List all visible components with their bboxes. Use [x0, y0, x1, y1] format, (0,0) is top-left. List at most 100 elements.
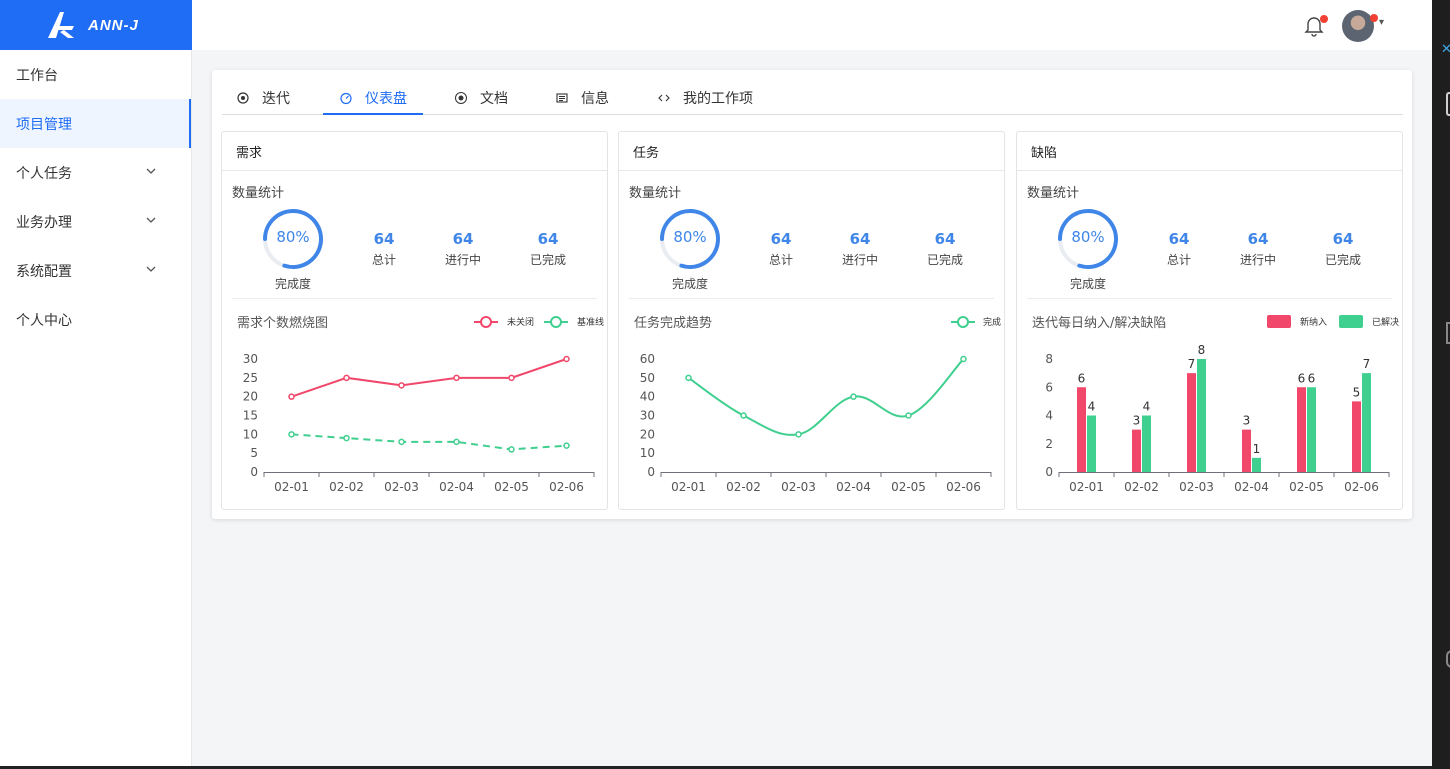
y-tick-label: 0: [1045, 465, 1053, 479]
x-tick-label: 02-05: [494, 480, 529, 494]
tab-dashboard[interactable]: 仪表盘: [339, 80, 407, 115]
stat-in-progress: 64 进行中: [825, 230, 895, 268]
logo-icon: [48, 12, 74, 38]
bar-data-label: 4: [1088, 400, 1096, 414]
tab-info[interactable]: 信息: [555, 80, 609, 115]
x-tick-label: 02-04: [1234, 480, 1269, 494]
bar: [1242, 429, 1251, 472]
tab-my-work-items[interactable]: 我的工作项: [657, 80, 753, 115]
bar: [1132, 429, 1141, 472]
bar-data-label: 7: [1188, 357, 1196, 371]
sidebar-item-label: 系统配置: [16, 263, 72, 280]
sidebar-item-workbench[interactable]: 工作台: [0, 50, 191, 99]
bar-data-label: 6: [1308, 371, 1316, 385]
x-tick-label: 02-03: [781, 480, 816, 494]
dashboard-icon: [340, 92, 352, 104]
tab-label: 文档: [480, 90, 508, 107]
legend-label: 完成: [983, 316, 1001, 328]
x-tick-label: 02-02: [726, 480, 761, 494]
y-tick-label: 30: [243, 352, 258, 366]
chevron-down-icon: [146, 266, 156, 272]
tasks-panel: 任务 数量统计 80% 完成度 64 总计 64 进行中 64 已完成 任务完成趋势 …: [618, 131, 1005, 510]
target-icon: [237, 91, 249, 104]
stat-value: 64: [1332, 230, 1354, 248]
y-tick-label: 2: [1045, 437, 1053, 451]
tab-label: 仪表盘: [365, 90, 407, 107]
sidebar: 工作台 项目管理 个人任务 业务办理 系统配置 个人中心: [0, 50, 192, 769]
data-point: [563, 442, 570, 449]
logo[interactable]: ANN-J: [0, 0, 192, 50]
chevron-down-icon: [146, 168, 156, 174]
bar: [1087, 415, 1096, 472]
defect-bar-chart: 0 2 4 6 8 02-01 02-02 02-03 02-04 02-05 02-06 已解决 新纳…: [1045, 315, 1399, 494]
data-point: [343, 374, 350, 382]
panel-title: 缺陷: [1017, 132, 1402, 171]
divider: [232, 298, 597, 299]
sidebar-item-label: 业务办理: [16, 214, 72, 231]
legend-swatch: [1339, 315, 1363, 328]
y-tick-label: 30: [640, 409, 655, 423]
stat-completed: 64 已完成: [513, 230, 583, 268]
sidebar-item-personal-center[interactable]: 个人中心: [0, 295, 191, 344]
legend-marker: [957, 316, 969, 328]
close-icon[interactable]: ✕: [1441, 42, 1450, 57]
bar: [1252, 457, 1261, 472]
sidebar-item-project-management[interactable]: 项目管理: [0, 99, 191, 148]
y-tick-label: 20: [243, 390, 258, 404]
data-point: [398, 438, 405, 446]
stats-label: 数量统计: [1027, 186, 1080, 201]
bar: [1297, 387, 1306, 472]
stat-value: 64: [1168, 230, 1190, 248]
y-tick-label: 0: [647, 465, 655, 479]
stats-label: 数量统计: [629, 186, 682, 201]
stat-value: 64: [452, 230, 474, 248]
stats-label: 数量统计: [232, 186, 285, 201]
stat-label: 进行中: [841, 253, 878, 267]
bar: [1142, 415, 1151, 472]
sidebar-item-business[interactable]: 业务办理: [0, 197, 191, 246]
legend-label: 已解决: [1372, 316, 1399, 328]
avatar[interactable]: [1342, 10, 1374, 42]
y-tick-label: 6: [1045, 380, 1053, 394]
legend-marker: [480, 316, 492, 328]
x-tick-label: 02-01: [671, 480, 706, 494]
completion-label: 完成度: [1069, 277, 1106, 291]
notification-badge: [1320, 15, 1328, 23]
sidebar-item-label: 项目管理: [16, 116, 72, 133]
bar-data-label: 4: [1143, 400, 1151, 414]
data-point: [850, 393, 857, 400]
y-tick-label: 50: [640, 371, 655, 385]
bar-data-label: 6: [1298, 371, 1306, 385]
stat-value: 64: [373, 230, 395, 248]
stat-label: 进行中: [1239, 253, 1276, 267]
stat-label: 总计: [768, 253, 793, 267]
y-tick-label: 10: [640, 446, 655, 460]
bar-data-label: 6: [1078, 371, 1086, 385]
completion-value: 80%: [276, 228, 310, 246]
bar: [1197, 359, 1206, 472]
x-tick-label: 02-06: [1344, 480, 1379, 494]
divider: [629, 298, 994, 299]
bar-data-label: 8: [1198, 343, 1206, 357]
tab-label: 迭代: [262, 90, 290, 107]
bar-data-label: 1: [1253, 442, 1261, 456]
y-tick-label: 20: [640, 427, 655, 441]
data-point: [508, 446, 515, 453]
completion-label: 完成度: [671, 277, 708, 291]
caret-down-icon[interactable]: ▾: [1379, 17, 1384, 28]
stat-label: 总计: [371, 253, 396, 267]
tab-documents[interactable]: 文档: [454, 80, 508, 115]
data-point: [740, 412, 747, 419]
stat-value: 64: [1247, 230, 1269, 248]
dock-icon[interactable]: [1446, 650, 1450, 668]
stat-label: 已完成: [926, 253, 963, 267]
sidebar-item-personal-tasks[interactable]: 个人任务: [0, 148, 191, 197]
data-point: [508, 374, 515, 382]
bar: [1077, 387, 1086, 472]
dock-icon[interactable]: [1446, 92, 1450, 116]
tab-iteration[interactable]: 迭代: [236, 80, 290, 115]
sidebar-item-system-config[interactable]: 系统配置: [0, 246, 191, 295]
data-point: [453, 374, 460, 382]
x-tick-label: 02-05: [1289, 480, 1324, 494]
dock-icon[interactable]: [1446, 322, 1450, 344]
